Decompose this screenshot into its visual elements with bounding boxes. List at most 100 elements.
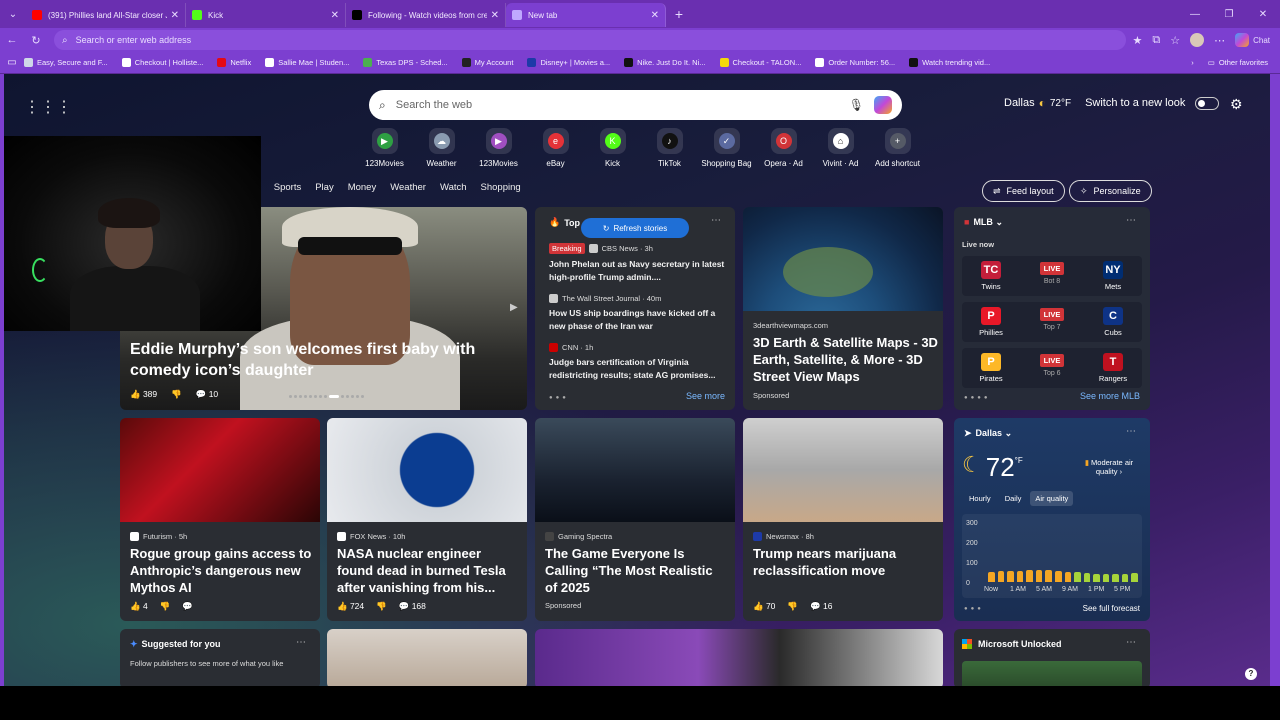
restore-icon[interactable]: ❐ — [1212, 9, 1246, 20]
more-options-icon[interactable]: ⋯ — [711, 215, 721, 226]
carousel-dots[interactable] — [280, 395, 372, 401]
close-window-icon[interactable]: ✕ — [1246, 9, 1280, 20]
favorite-item[interactable]: Disney+ | Movies a... — [527, 58, 610, 67]
game-row[interactable]: P Pirates LIVE Top 6 T Rangers — [962, 348, 1142, 388]
refresh-icon[interactable]: ↻ — [24, 34, 48, 47]
comment-button[interactable]: 💬 — [182, 601, 193, 612]
search-box[interactable]: ⌕ Search the web 🎙 — [369, 90, 902, 120]
feed-layout-button[interactable]: ⇌ Feed layout — [982, 180, 1065, 202]
shortcut-tile[interactable]: K Kick — [584, 128, 641, 168]
more-icon[interactable]: ⋯ — [1214, 34, 1225, 47]
air-quality-summary[interactable]: ▮ Moderate air quality › — [1074, 458, 1144, 476]
like-button[interactable]: 👍 4 — [130, 601, 148, 612]
page-dots[interactable]: ●●● — [964, 606, 984, 612]
dislike-icon[interactable]: 👎 — [171, 389, 182, 400]
like-button[interactable]: 👍 70 — [753, 601, 775, 612]
page-dots[interactable]: ●●●● — [964, 395, 991, 401]
tab-2[interactable]: Following - Watch videos from cre ✕ — [346, 3, 506, 27]
back-icon[interactable]: ← — [0, 34, 24, 46]
dislike-icon[interactable]: 👎 — [160, 601, 171, 612]
tab-3[interactable]: New tab ✕ — [506, 3, 666, 27]
see-full-forecast-link[interactable]: See full forecast — [1083, 604, 1140, 613]
close-tab-icon[interactable]: ✕ — [651, 10, 659, 21]
profile-avatar[interactable] — [1190, 33, 1205, 47]
nav-tab-6[interactable]: Shopping — [481, 182, 521, 193]
news-card[interactable]: Futurism · 5h Rogue group gains access to… — [120, 418, 320, 621]
dislike-icon[interactable]: 👎 — [376, 601, 387, 612]
weather-tab-1[interactable]: Daily — [1000, 491, 1027, 506]
shortcut-tile[interactable]: ▶ 123Movies — [470, 128, 527, 168]
favorite-star-icon[interactable]: ★ — [1132, 34, 1142, 47]
shortcut-tile[interactable]: ♪ TikTok — [641, 128, 698, 168]
favorite-item[interactable]: Nike. Just Do It. Ni... — [624, 58, 706, 67]
more-options-icon[interactable]: ⋯ — [296, 637, 306, 648]
news-card[interactable]: Gaming Spectra The Game Everyone Is Calli… — [535, 418, 735, 621]
nav-tab-3[interactable]: Money — [348, 182, 377, 193]
page-dots[interactable]: ●●● — [549, 395, 569, 401]
apps-grid-icon[interactable]: ⋮⋮⋮ — [24, 97, 72, 117]
copilot-icon[interactable] — [874, 96, 892, 114]
shortcut-tile[interactable]: ▶ 123Movies — [356, 128, 413, 168]
shortcut-tile[interactable]: O Opera · Ad — [755, 128, 812, 168]
like-button[interactable]: 👍 724 — [337, 601, 364, 612]
chevron-right-icon[interactable]: › — [1191, 58, 1194, 67]
game-row[interactable]: TC Twins LIVE Bot 8 NY Mets — [962, 256, 1142, 296]
comment-button[interactable]: 💬 168 — [399, 601, 426, 612]
shortcut-tile[interactable]: + Add shortcut — [869, 128, 926, 168]
favorite-item[interactable]: Easy, Secure and F... — [24, 58, 108, 67]
other-favorites[interactable]: › ▭ Other favorites — [1191, 58, 1280, 67]
tab-1[interactable]: Kick ✕ — [186, 3, 346, 27]
split-screen-icon[interactable]: ⧉ — [1152, 34, 1160, 47]
story-item[interactable]: The Wall Street Journal · 40m How US shi… — [549, 294, 725, 333]
favorite-item[interactable]: Sallie Mae | Studen... — [265, 58, 349, 67]
weather-card-header[interactable]: ➤ Dallas ⌄ — [964, 428, 1012, 439]
nav-tab-2[interactable]: Play — [315, 182, 333, 193]
shortcut-tile[interactable]: ☁ Weather — [413, 128, 470, 168]
favorite-item[interactable]: My Account — [461, 58, 513, 67]
shortcut-tile[interactable]: e eBay — [527, 128, 584, 168]
favorite-item[interactable]: Order Number: 56... — [815, 58, 895, 67]
see-more-link[interactable]: See more — [686, 391, 725, 401]
tab-actions-icon[interactable]: ⌄ — [0, 0, 26, 28]
news-card[interactable]: Newsmax · 8h Trump nears marijuana reclas… — [743, 418, 943, 621]
minimize-icon[interactable]: — — [1178, 9, 1212, 20]
nav-tab-1[interactable]: Sports — [274, 182, 301, 193]
news-card-image[interactable] — [535, 629, 943, 686]
nav-tab-4[interactable]: Weather — [390, 182, 426, 193]
settings-gear-icon[interactable]: ⚙ — [1230, 96, 1243, 113]
reading-list-icon[interactable]: ▭ — [0, 57, 24, 68]
comment-button[interactable]: 💬 16 — [810, 601, 832, 612]
favorite-item[interactable]: Netflix — [217, 58, 251, 67]
shortcut-tile[interactable]: ✓ Shopping Bag — [698, 128, 755, 168]
more-options-icon[interactable]: ⋯ — [1126, 215, 1136, 226]
close-tab-icon[interactable]: ✕ — [171, 10, 179, 21]
story-item[interactable]: CNN · 1h Judge bars certification of Vir… — [549, 343, 725, 382]
see-more-mlb-link[interactable]: See more MLB — [1080, 391, 1140, 401]
help-icon[interactable]: ? — [1245, 668, 1257, 680]
nav-tab-5[interactable]: Watch — [440, 182, 467, 193]
story-item[interactable]: Breaking CBS News · 3h John Phelan out as… — [549, 243, 725, 284]
microphone-icon[interactable]: 🎙 — [849, 98, 864, 112]
sponsored-card[interactable]: 3dearthviewmaps.com 3D Earth & Satellite… — [743, 207, 943, 410]
shortcut-tile[interactable]: ⌂ Vivint · Ad — [812, 128, 869, 168]
next-story-icon[interactable]: ▶ — [510, 302, 518, 313]
close-tab-icon[interactable]: ✕ — [331, 10, 339, 21]
weather-widget[interactable]: Dallas ◐ 72°F Switch to a new look — [1004, 96, 1220, 110]
address-bar[interactable]: ⌕ Search or enter web address — [54, 30, 1127, 50]
favorites-icon[interactable]: ☆ — [1170, 34, 1180, 47]
favorite-item[interactable]: Texas DPS - Sched... — [363, 58, 448, 67]
personalize-button[interactable]: ✧ Personalize — [1069, 180, 1152, 202]
news-card[interactable]: FOX News · 10h NASA nuclear engineer foun… — [327, 418, 527, 621]
new-look-toggle[interactable] — [1195, 96, 1220, 110]
weather-tab-0[interactable]: Hourly — [964, 491, 996, 506]
like-button[interactable]: 👍 389 — [130, 389, 157, 400]
more-options-icon[interactable]: ⋯ — [1126, 637, 1136, 648]
copilot-chat-button[interactable]: Chat — [1235, 33, 1270, 47]
dislike-icon[interactable]: 👎 — [787, 601, 798, 612]
mlb-header[interactable]: ■ MLB ⌄ — [964, 217, 1003, 228]
weather-tab-2[interactable]: Air quality — [1030, 491, 1074, 506]
comment-button[interactable]: 💬 10 — [196, 389, 218, 400]
more-options-icon[interactable]: ⋯ — [1126, 426, 1136, 437]
close-tab-icon[interactable]: ✕ — [491, 10, 499, 21]
refresh-stories-button[interactable]: ↻ Refresh stories — [581, 218, 689, 238]
